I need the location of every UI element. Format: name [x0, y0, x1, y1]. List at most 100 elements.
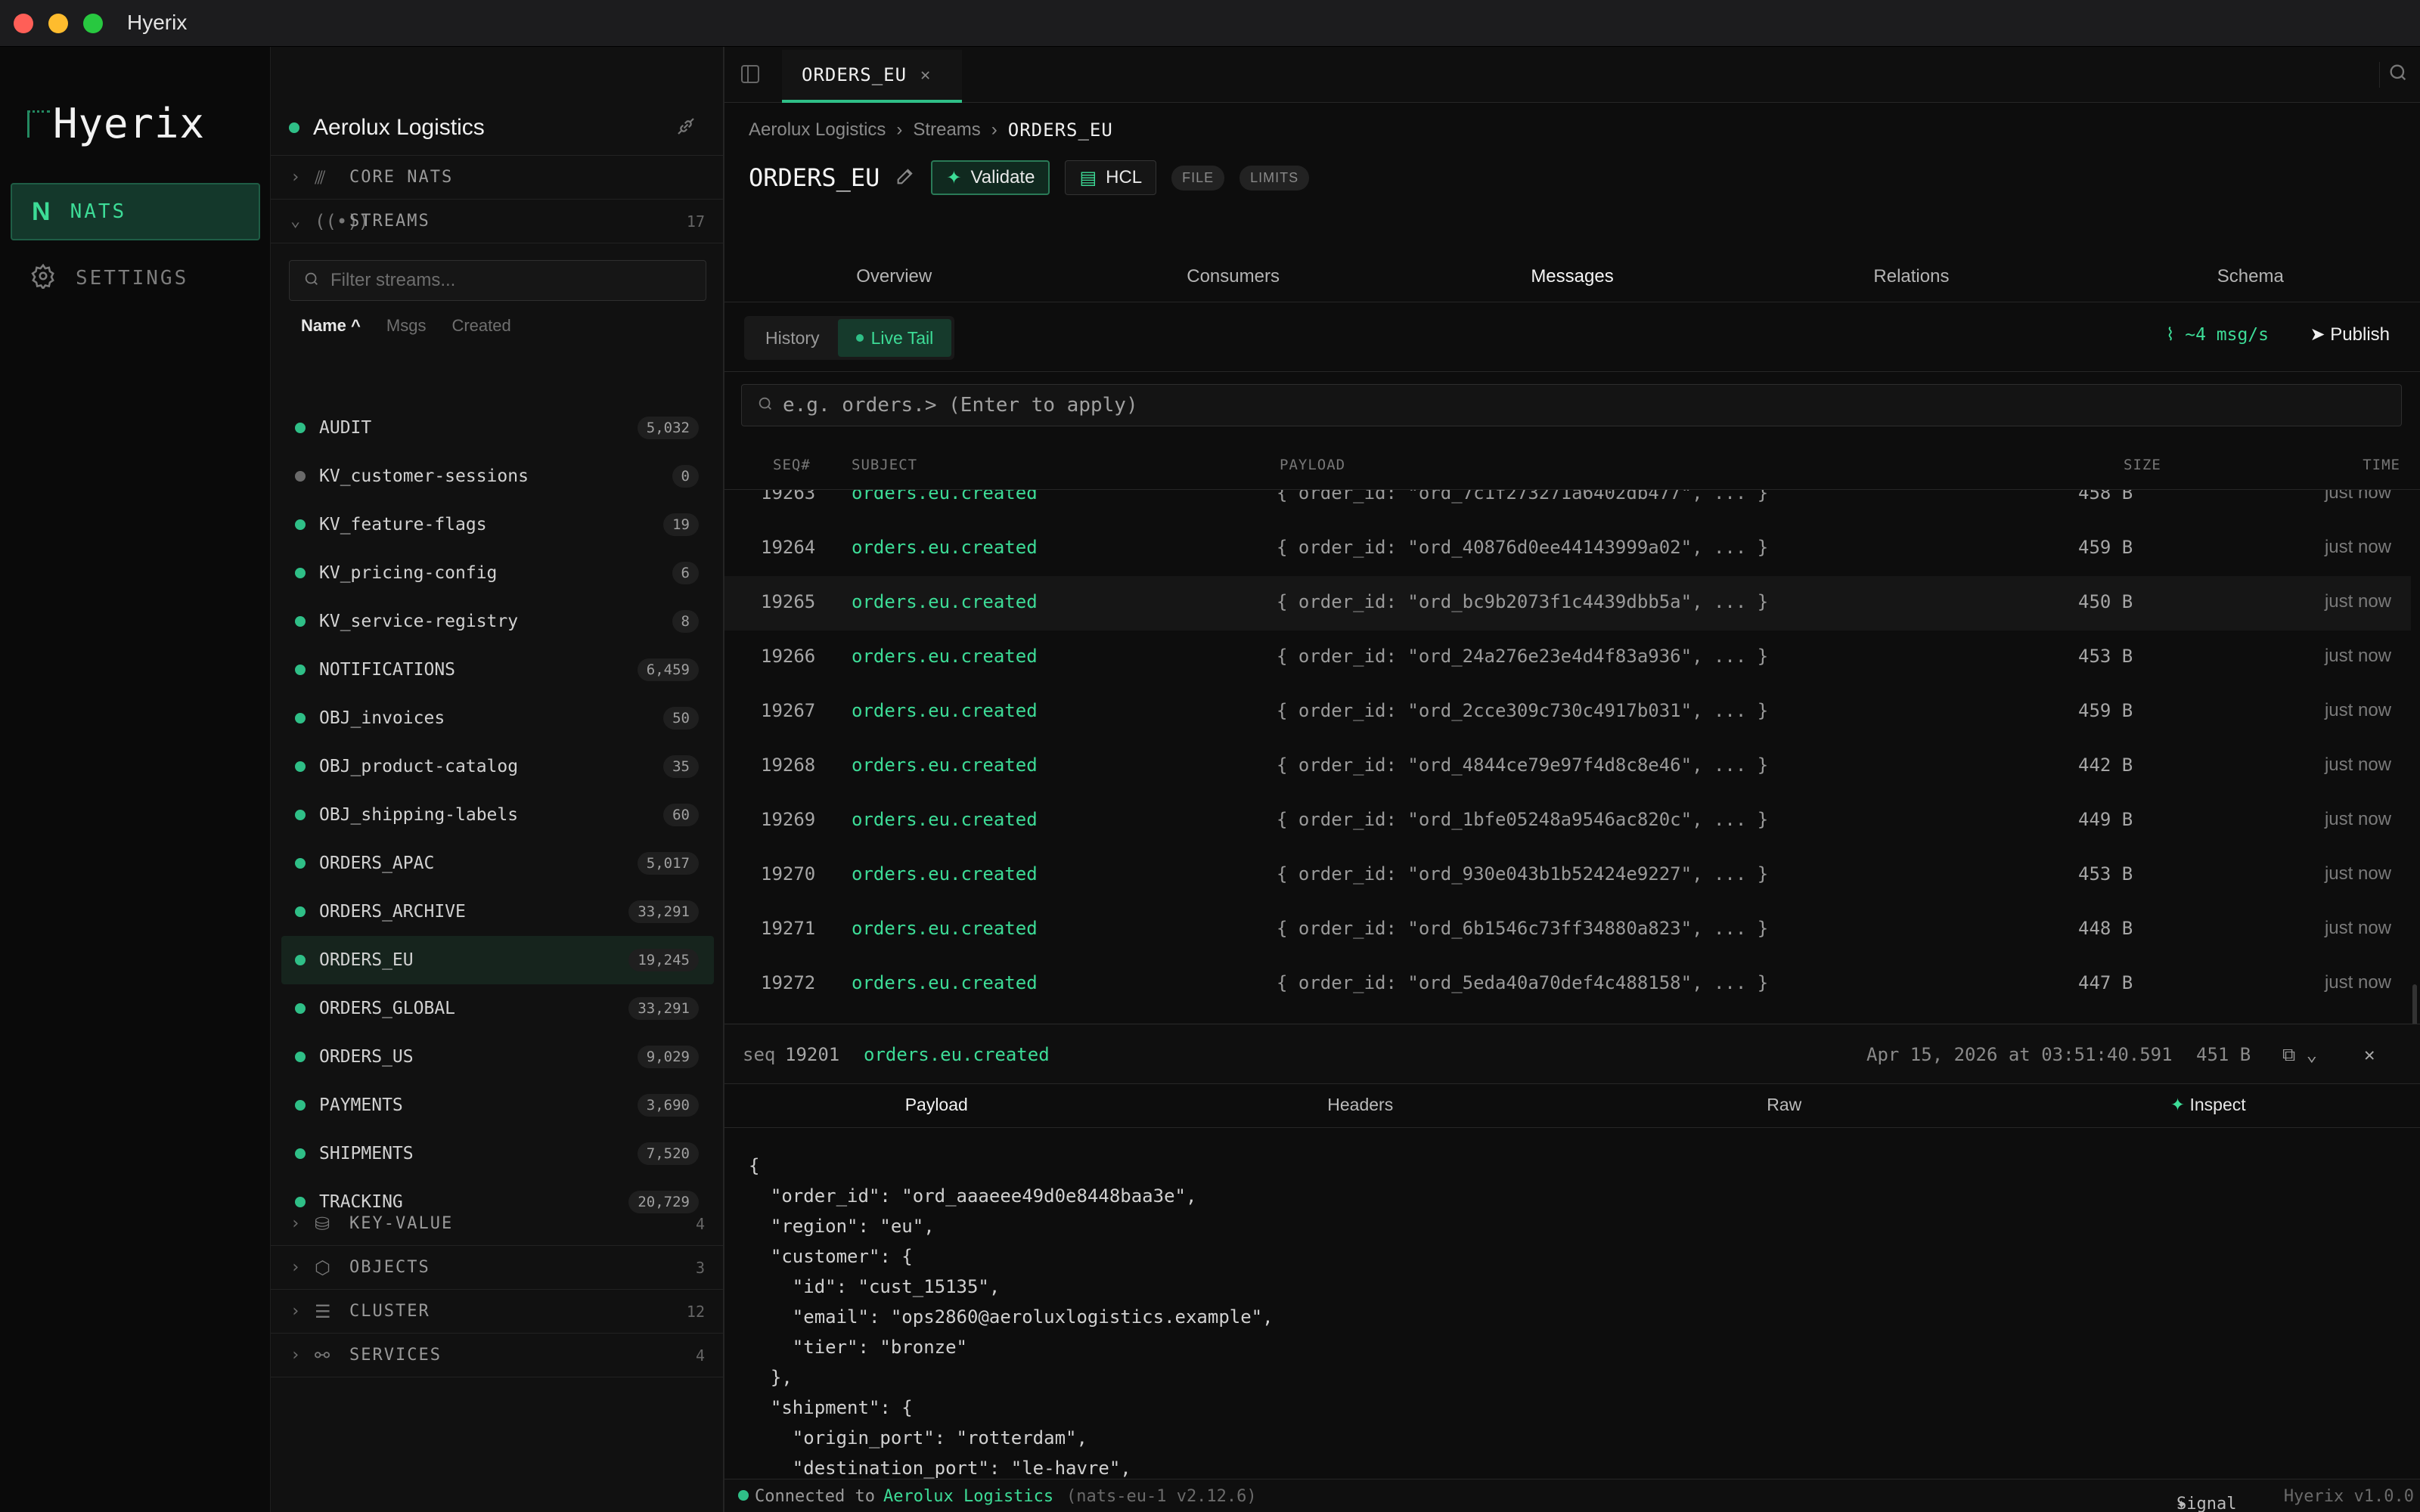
message-rate: ⌇ ~4 msg/s: [2166, 325, 2269, 345]
stream-item[interactable]: OBJ_invoices 50: [281, 694, 714, 742]
live-tail-mode-button[interactable]: Live Tail: [837, 319, 952, 357]
message-row[interactable]: 19271 orders.eu.created { order_id: "ord_6…: [724, 903, 2411, 957]
message-row[interactable]: 19266 orders.eu.created { order_id: "ord_2…: [724, 631, 2411, 685]
section-core-nats[interactable]: › ⫻ CORE NATS: [271, 156, 723, 200]
stream-item[interactable]: SHIPMENTS 7,520: [281, 1129, 714, 1178]
stream-name: OBJ_shipping-labels: [319, 805, 519, 825]
message-row[interactable]: 19267 orders.eu.created { order_id: "ord_2…: [724, 685, 2411, 739]
section-streams[interactable]: ⌄ ((•)) STREAMS 17: [271, 200, 723, 243]
search-icon[interactable]: [2379, 62, 2406, 88]
sort-by-name[interactable]: Name ^: [301, 316, 361, 336]
stream-item[interactable]: OBJ_shipping-labels 60: [281, 791, 714, 839]
tab-relations[interactable]: Relations: [1742, 260, 2080, 302]
column-time[interactable]: TIME: [2363, 457, 2400, 473]
status-prefix: Connected to: [755, 1487, 875, 1506]
streams-icon: ((•)): [315, 210, 370, 232]
message-row[interactable]: 19269 orders.eu.created { order_id: "ord_1…: [724, 794, 2411, 848]
stream-item[interactable]: ORDERS_GLOBAL 33,291: [281, 984, 714, 1033]
stream-item[interactable]: AUDIT 5,032: [281, 404, 714, 452]
nav-item-nats[interactable]: N NATS: [11, 183, 260, 240]
minimize-window-button[interactable]: [48, 14, 68, 33]
sidebar: Aerolux Logistics › ⫻ CORE NATS ⌄ ((•)) …: [271, 47, 724, 1512]
zoom-window-button[interactable]: [83, 14, 103, 33]
message-payload-preview: { order_id: "ord_1bfe05248a9546ac820c", …: [1277, 809, 1769, 830]
message-row[interactable]: 19268 orders.eu.created { order_id: "ord_4…: [724, 739, 2411, 794]
stream-count-badge: 0: [672, 465, 699, 488]
breadcrumb-streams[interactable]: Streams: [913, 119, 980, 141]
plug-icon[interactable]: [675, 115, 697, 143]
stream-item[interactable]: KV_feature-flags 19: [281, 500, 714, 549]
tab-inspect[interactable]: ✦ Inspect: [1996, 1084, 2420, 1127]
stream-item[interactable]: KV_pricing-config 6: [281, 549, 714, 597]
filter-streams-field[interactable]: [289, 260, 706, 301]
message-row[interactable]: 19265 orders.eu.created { order_id: "ord_b…: [724, 576, 2411, 631]
database-icon: ⛁: [315, 1213, 330, 1235]
stream-item[interactable]: OBJ_product-catalog 35: [281, 742, 714, 791]
tab-overview[interactable]: Overview: [724, 260, 1063, 302]
sort-by-created[interactable]: Created: [451, 316, 510, 336]
copy-icon[interactable]: ⧉ ⌄: [2282, 1044, 2317, 1065]
message-time: just now: [2324, 646, 2391, 666]
subject-filter-field[interactable]: [741, 384, 2402, 426]
stream-item[interactable]: ORDERS_APAC 5,017: [281, 839, 714, 888]
section-objects[interactable]: › ⬡ OBJECTS 3: [271, 1246, 723, 1290]
retention-chip: LIMITS: [1239, 165, 1310, 191]
message-row[interactable]: 19272 orders.eu.created { order_id: "ord_5…: [724, 957, 2411, 1012]
column-seq[interactable]: SEQ#: [773, 457, 811, 473]
section-services[interactable]: › ⚯ SERVICES 4: [271, 1334, 723, 1377]
tab-headers[interactable]: Headers: [1149, 1084, 1573, 1127]
message-row[interactable]: 19270 orders.eu.created { order_id: "ord_9…: [724, 848, 2411, 903]
message-row[interactable]: 19264 orders.eu.created { order_id: "ord_4…: [724, 522, 2411, 576]
breadcrumb-connection[interactable]: Aerolux Logistics: [749, 119, 886, 141]
message-time: just now: [2324, 972, 2391, 993]
payload-line: "id": "cust_15135",: [749, 1276, 1001, 1297]
sort-by-msgs[interactable]: Msgs: [386, 316, 427, 336]
tab-orders-eu[interactable]: ORDERS_EU ✕: [782, 50, 962, 103]
validate-button[interactable]: ✦ Validate: [931, 160, 1050, 195]
stream-item[interactable]: KV_customer-sessions 0: [281, 452, 714, 500]
message-seq: 19266: [761, 646, 816, 667]
section-key-value[interactable]: › ⛁ KEY-VALUE 4: [271, 1202, 723, 1246]
stream-item[interactable]: PAYMENTS 3,690: [281, 1081, 714, 1129]
tab-schema[interactable]: Schema: [2081, 260, 2420, 302]
connection-header[interactable]: Aerolux Logistics: [271, 100, 723, 156]
stream-item[interactable]: ORDERS_US 9,029: [281, 1033, 714, 1081]
close-tab-icon[interactable]: ✕: [920, 66, 931, 85]
message-size: 459 B: [2078, 537, 2133, 558]
stream-status-dot: [295, 810, 306, 820]
stream-item[interactable]: ORDERS_ARCHIVE 33,291: [281, 888, 714, 936]
message-seq: 19264: [761, 537, 816, 558]
filter-streams-input[interactable]: [330, 270, 693, 291]
message-time: just now: [2324, 918, 2391, 938]
hcl-button[interactable]: ▤ HCL: [1065, 160, 1157, 195]
history-mode-button[interactable]: History: [747, 319, 838, 357]
stream-status-dot: [295, 616, 306, 627]
stream-status-dot: [295, 906, 306, 917]
message-subject: orders.eu.created: [852, 863, 1038, 885]
stream-name: SHIPMENTS: [319, 1144, 414, 1163]
stream-item[interactable]: KV_service-registry 8: [281, 597, 714, 646]
column-payload[interactable]: PAYLOAD: [1280, 457, 1345, 473]
publish-button[interactable]: ➤ Publish: [2310, 324, 2391, 345]
message-time: just now: [2324, 863, 2391, 884]
tab-consumers[interactable]: Consumers: [1063, 260, 1402, 302]
stream-count-badge: 5,032: [637, 417, 699, 439]
nav-item-settings[interactable]: SETTINGS: [11, 249, 260, 307]
column-subject[interactable]: SUBJECT: [852, 457, 917, 473]
stream-item[interactable]: NOTIFICATIONS 6,459: [281, 646, 714, 694]
message-seq: 19265: [761, 591, 816, 612]
subject-filter-input[interactable]: [783, 394, 2371, 417]
tab-messages[interactable]: Messages: [1403, 260, 1742, 302]
tab-raw[interactable]: Raw: [1572, 1084, 1996, 1127]
message-row[interactable]: 19263 orders.eu.created { order_id: "ord_7…: [724, 490, 2411, 522]
sidebar-toggle-icon[interactable]: [741, 65, 759, 83]
message-payload-preview: { order_id: "ord_4844ce79e97f4d8c8e46", …: [1277, 754, 1769, 776]
column-size[interactable]: SIZE: [2124, 457, 2161, 473]
stream-status-dot: [295, 761, 306, 772]
stream-item[interactable]: ORDERS_EU 19,245: [281, 936, 714, 984]
close-window-button[interactable]: [14, 14, 33, 33]
section-cluster[interactable]: › ☰ CLUSTER 12: [271, 1290, 723, 1334]
close-icon[interactable]: ✕: [2364, 1044, 2375, 1065]
tab-payload[interactable]: Payload: [724, 1084, 1149, 1127]
edit-pencil-icon[interactable]: [895, 166, 916, 191]
